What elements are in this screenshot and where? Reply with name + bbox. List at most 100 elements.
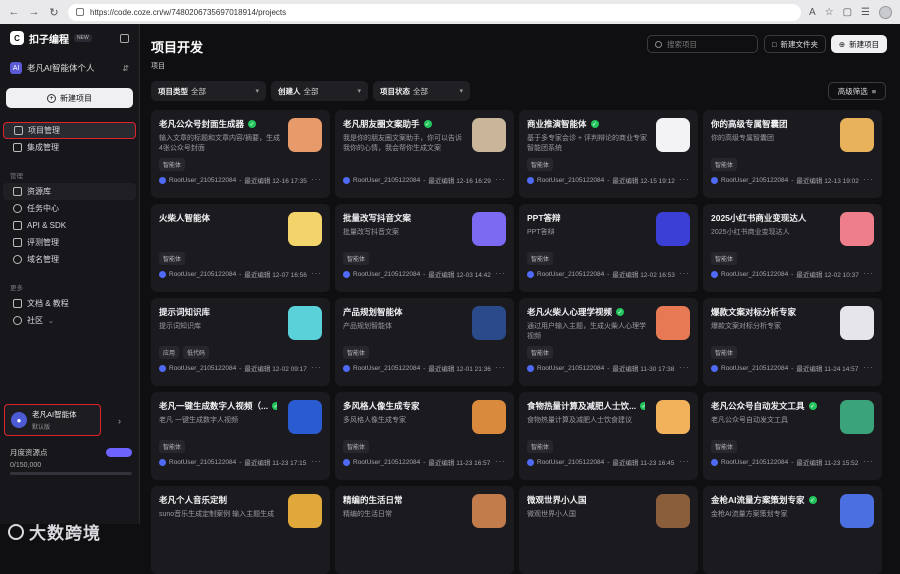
sidebar-item-tasks[interactable]: 任务中心 [3,200,136,217]
more-options-icon[interactable]: ··· [679,363,690,372]
sidebar-item-integrations[interactable]: 集成管理 [3,139,136,156]
project-card[interactable]: 火柴人智能体 智能体 RootUser_2105122084- 最近编辑 12-07 … [151,204,330,292]
address-bar[interactable]: https://code.coze.cn/w/74802067356970189… [68,3,801,21]
forward-icon[interactable]: → [28,6,40,18]
project-description: 批量改写抖音文案 [343,229,399,236]
bookmark-icon[interactable]: ☰ [861,7,870,18]
filter-project-status[interactable]: 项目状态 全部 ▾ [373,81,470,101]
project-card[interactable]: PPT答辩 PPT答辩 智能体 RootUser_2105122084- 最近编辑 12… [519,204,698,292]
more-options-icon[interactable]: ··· [863,363,874,372]
project-card[interactable]: 产品规划智能体 产品规划智能体 智能体 RootUser_2105122084- 最近编… [335,298,514,386]
project-card[interactable]: 爆款文案对标分析专家 爆款文案对标分析专家 智能体 RootUser_21051220… [703,298,882,386]
project-card[interactable]: 老凡朋友圈文案助手 ✓ 我是你的朋友圈文案助手，你可以告诉我你的心情，我会帮你生成文… [335,110,514,198]
project-card[interactable]: 你的高级专属智囊团 你的高级专属智囊团 智能体 RootUser_2105122084… [703,110,882,198]
advanced-filter-button[interactable]: 高级筛选 ≡ [828,82,886,100]
more-options-icon[interactable]: ··· [679,457,690,466]
filter-creator[interactable]: 创建人 全部 ▾ [271,81,368,101]
project-card[interactable]: 老凡一键生成数字人视频（...✓ 老凡 一键生成数字人视频智能体 RootUser_… [151,392,330,480]
more-options-icon[interactable]: ··· [679,269,690,278]
sidebar-item-api[interactable]: API & SDK [3,217,136,234]
sidebar-item-community[interactable]: 社区 ⌄ [3,312,136,329]
project-meta: RootUser_2105122084- 最近编辑 12-01 21:36 [343,363,491,373]
project-edited: 最近编辑 12-07 16:56 [244,272,307,279]
filter-project-type[interactable]: 项目类型 全部 ▾ [151,81,266,101]
chevron-right-icon[interactable]: › [118,416,121,426]
project-meta: RootUser_2105122084- 最近编辑 11-23 16:57 [343,457,490,467]
project-card[interactable]: 老凡个人音乐定制 suno音乐生成定制案例 输入主题生成 [151,486,330,574]
project-edited: 最近编辑 12-15 19:12 [612,178,675,185]
project-thumbnail [840,400,874,434]
star-icon[interactable]: ☆ [825,7,834,18]
translate-icon[interactable]: A [809,7,816,18]
project-owner: RootUser_2105122084 [537,458,605,466]
more-options-icon[interactable]: ··· [863,457,874,466]
project-card[interactable]: 老凡火柴人心理学视频 ✓ 通过用户输入主题，生成火柴人心理学视频 智能体 RootUse… [519,298,698,386]
create-project-button[interactable]: + 新建项目 [6,88,133,108]
collapse-sidebar-icon[interactable] [120,33,129,43]
project-card[interactable]: 批量改写抖音文案 批量改写抖音文案 智能体 RootUser_2105122084- 最… [335,204,514,292]
project-thumbnail [288,306,322,340]
account-card[interactable]: ● 老凡AI智能体 默认版 [4,404,101,436]
project-card[interactable]: 精编的生活日常 精编的生活日常 [335,486,514,574]
coze-logo-icon: C [10,31,24,45]
back-icon[interactable]: ← [8,6,20,18]
sidebar-item-label: API & SDK [27,221,67,230]
project-title-text: 老凡一键生成数字人视频（... [159,401,269,411]
extensions-icon[interactable]: ▢ [843,7,852,18]
project-meta: RootUser_2105122084- 最近编辑 12-03 14:42 [343,269,491,279]
sidebar-item-docs[interactable]: 文档 & 教程 [3,295,136,312]
separator: - [607,458,610,466]
project-card[interactable]: 提示词知识库 提示词知识库 应用 低代码 RootUser_2105122084- 最近编… [151,298,330,386]
section-label-more: 更多 [10,285,23,292]
workspace-switcher[interactable]: AI 老凡AI智能体个人 ⇵ [0,57,139,79]
project-card[interactable]: 老凡公众号自动发文工具 ✓ 老凡公众号自动发文工具 智能体 RootUser_21051… [703,392,882,480]
project-tags: 智能体 [159,252,186,265]
project-tag: 智能体 [159,440,186,453]
more-options-icon[interactable]: ··· [495,175,506,184]
project-card[interactable]: 金枪AI流量方案策划专家 ✓ 金枪AI流量方案策划专家 [703,486,882,574]
search-input[interactable]: 搜索项目 [647,35,758,53]
project-tag: 应用 [159,346,180,359]
project-card[interactable]: 微观世界小人国 微观世界小人国 [519,486,698,574]
project-title-text: 精编的生活日常 [343,495,403,505]
project-meta: RootUser_2105122084- 最近编辑 12-07 16:56 [159,269,307,279]
project-tags: 智能体 [527,346,554,359]
project-card[interactable]: 2025小红书商业变现达人 2025小红书商业变现达人 智能体 RootUser_21… [703,204,882,292]
quota-upgrade-pill[interactable] [106,448,132,457]
more-options-icon[interactable]: ··· [495,363,506,372]
project-title-text: 火柴人智能体 [159,213,211,223]
project-meta: RootUser_2105122084- 最近编辑 12-02 10:37 [711,269,859,279]
more-options-icon[interactable]: ··· [495,269,506,278]
more-options-icon[interactable]: ··· [311,363,322,372]
profile-avatar[interactable] [879,5,892,19]
user-avatar-icon [527,458,534,466]
project-owner: RootUser_2105122084 [353,364,421,372]
more-options-icon[interactable]: ··· [311,175,322,184]
more-options-icon[interactable]: ··· [495,457,506,466]
more-options-icon[interactable]: ··· [679,175,690,184]
user-avatar-icon [527,364,534,372]
project-card[interactable]: 食物热量计算及减肥人士饮...✓ 食物热量计算及减肥人士饮食建议智能体 RootUs… [519,392,698,480]
filter-value: 全部 [191,86,206,96]
more-options-icon[interactable]: ··· [311,269,322,278]
project-thumbnail [472,494,506,528]
project-title-text: 产品规划智能体 [343,307,403,317]
project-meta: RootUser_2105122084- 最近编辑 12-13 19:02 [711,175,859,185]
more-options-icon[interactable]: ··· [863,269,874,278]
project-edited: 最近编辑 12-16 17:35 [244,178,307,185]
new-project-button[interactable]: ⊕ 新建项目 [831,35,887,53]
sidebar-item-evaluation[interactable]: 评测管理 [3,234,136,251]
project-card[interactable]: 多风格人像生成专家 多风格人像生成专家 智能体 RootUser_2105122084… [335,392,514,480]
sidebar-item-library[interactable]: 资源库 [3,183,136,200]
sidebar-item-domains[interactable]: 域名管理 [3,251,136,268]
reload-icon[interactable]: ↻ [48,6,60,19]
new-folder-button[interactable]: □ 新建文件夹 [764,35,826,53]
project-card[interactable]: 老凡公众号封面生成器 ✓ 输入文章的标题和文章内容/摘要，生成4张公众号封面 智能体 R… [151,110,330,198]
more-options-icon[interactable]: ··· [863,175,874,184]
project-edited: 最近编辑 12-02 09:17 [244,366,307,373]
sidebar-item-projects[interactable]: 项目管理 [3,122,136,139]
more-options-icon[interactable]: ··· [311,457,322,466]
project-thumbnail [288,400,322,434]
project-card[interactable]: 商业推演智能体 ✓ 基于多专家会诊 + 评判辩论的商业专家智能团系统 智能体 RootU… [519,110,698,198]
user-avatar-icon [343,458,350,466]
